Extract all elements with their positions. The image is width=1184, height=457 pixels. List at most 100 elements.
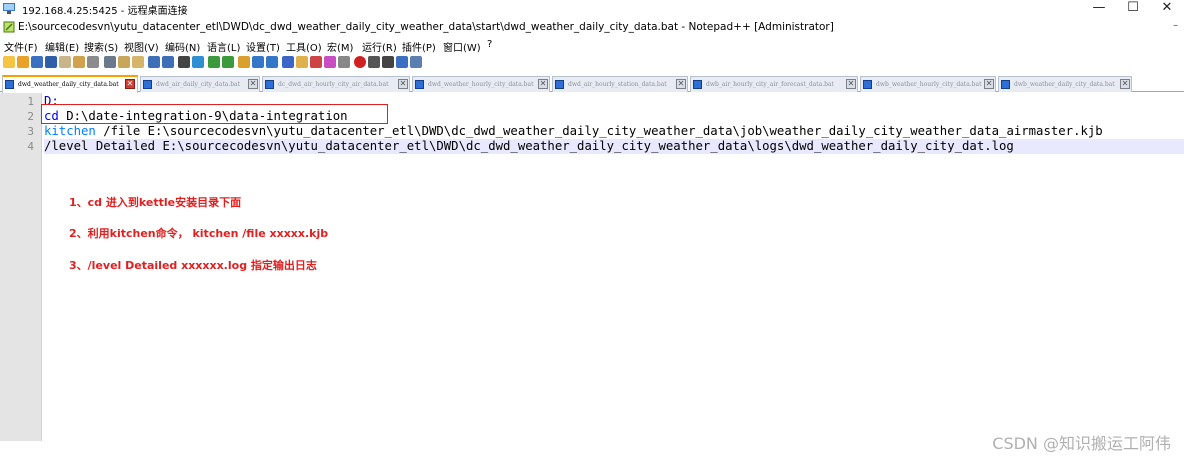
menu-edit[interactable]: 编辑(E) bbox=[45, 39, 79, 54]
open-file-icon[interactable] bbox=[17, 56, 29, 68]
minimize-button[interactable]: — bbox=[1082, 0, 1116, 18]
menu-language[interactable]: 语言(L) bbox=[207, 39, 240, 54]
tab-dwd-weather-daily-city-data[interactable]: dwd_weather_daily_city_data.bat ✕ bbox=[2, 75, 138, 93]
file-save-icon bbox=[5, 80, 14, 89]
copy-icon[interactable] bbox=[118, 56, 130, 68]
run-macro-multiple-icon[interactable] bbox=[396, 56, 408, 68]
menu-file[interactable]: 文件(F) bbox=[4, 39, 38, 54]
close-button[interactable]: ✕ bbox=[1150, 0, 1184, 18]
stop-macro-icon[interactable] bbox=[368, 56, 380, 68]
monitor-icon[interactable] bbox=[338, 56, 350, 68]
menu-encoding[interactable]: 编码(N) bbox=[165, 39, 200, 54]
line-number: 4 bbox=[27, 140, 34, 153]
maximize-button[interactable]: ☐ bbox=[1116, 0, 1150, 18]
menu-macro[interactable]: 宏(M) bbox=[327, 39, 353, 54]
line-number-gutter: 1 2 3 4 bbox=[0, 93, 42, 441]
tab-label: dwd_weather_daily_city_data.bat bbox=[18, 81, 119, 88]
close-tab-icon[interactable]: ✕ bbox=[984, 79, 994, 89]
print-icon[interactable] bbox=[87, 56, 99, 68]
menu-window[interactable]: 窗口(W) bbox=[443, 39, 481, 54]
annotation-3: 3、/level Detailed xxxxxx.log 指定输出日志 bbox=[69, 259, 317, 272]
toolbar bbox=[0, 53, 1184, 72]
code-line-3[interactable]: kitchen /file E:\sourcecodesvn\yutu_data… bbox=[44, 124, 1103, 139]
word-wrap-icon[interactable] bbox=[252, 56, 264, 68]
close-tab-icon[interactable]: ✕ bbox=[248, 79, 258, 89]
tab-label: dwd_weather_hourly_city_data.bat bbox=[428, 81, 534, 88]
highlight-box bbox=[41, 104, 388, 124]
indent-guide-icon[interactable] bbox=[282, 56, 294, 68]
close-tab-icon[interactable]: ✕ bbox=[846, 79, 856, 89]
tab-dc-dwd-air-hourly-city-air-data[interactable]: dc_dwd_air_hourly_city_air_data.bat ✕ bbox=[262, 76, 410, 92]
tab-label: dc_dwd_air_hourly_city_air_data.bat bbox=[278, 81, 389, 88]
tab-dwb-air-hourly-city-air-forecast-data[interactable]: dwb_air_hourly_city_air_forecast_data.ba… bbox=[690, 76, 858, 92]
play-macro-icon[interactable] bbox=[382, 56, 394, 68]
undo-icon[interactable] bbox=[148, 56, 160, 68]
tab-dwb-weather-daily-city-data[interactable]: dwb_weather_daily_city_data.bat ✕ bbox=[998, 76, 1132, 92]
file-save-icon bbox=[555, 80, 564, 89]
file-save-icon bbox=[1001, 80, 1010, 89]
menu-run[interactable]: 运行(R) bbox=[362, 39, 397, 54]
close-tab-icon[interactable]: ✕ bbox=[1120, 79, 1130, 89]
tab-label: dwb_weather_daily_city_data.bat bbox=[1014, 81, 1115, 88]
find-icon[interactable] bbox=[178, 56, 190, 68]
menu-view[interactable]: 视图(V) bbox=[124, 39, 159, 54]
notepad-titlebar: E:\sourcecodesvn\yutu_datacenter_etl\DWD… bbox=[0, 18, 1184, 37]
line-number: 3 bbox=[27, 125, 34, 138]
menu-bar: 文件(F) 编辑(E) 搜索(S) 视图(V) 编码(N) 语言(L) 设置(T… bbox=[0, 37, 1184, 54]
replace-icon[interactable] bbox=[192, 56, 204, 68]
watermark: CSDN @知识搬运工阿伟 bbox=[992, 434, 1171, 453]
notepad-title: E:\sourcecodesvn\yutu_datacenter_etl\DWD… bbox=[18, 21, 834, 33]
tab-dwd-weather-hourly-city-data[interactable]: dwd_weather_hourly_city_data.bat ✕ bbox=[412, 76, 550, 92]
sync-scroll-icon[interactable] bbox=[238, 56, 250, 68]
menu-settings[interactable]: 设置(T) bbox=[246, 39, 280, 54]
close-all-icon[interactable] bbox=[73, 56, 85, 68]
annotation-1: 1、cd 进入到kettle安装目录下面 bbox=[69, 196, 242, 209]
file-save-icon bbox=[863, 80, 872, 89]
save-all-icon[interactable] bbox=[45, 56, 57, 68]
tab-dwd-air-daily-city-data[interactable]: dwd_air_daily_city_data.bat ✕ bbox=[140, 76, 260, 92]
close-tab-icon[interactable]: ✕ bbox=[398, 79, 408, 89]
close-file-icon[interactable] bbox=[59, 56, 71, 68]
remote-desktop-titlebar: 192.168.4.25:5425 - 远程桌面连接 — ☐ ✕ bbox=[0, 0, 1184, 18]
remote-desktop-icon bbox=[3, 3, 15, 14]
notepad-plus-plus-icon bbox=[3, 21, 15, 33]
annotation-2: 2、利用kitchen命令， kitchen /file xxxxx.kjb bbox=[69, 227, 329, 240]
zoom-in-icon[interactable] bbox=[208, 56, 220, 68]
file-save-icon bbox=[143, 80, 152, 89]
code-text: /level Detailed E:\sourcecodesvn\yutu_da… bbox=[44, 139, 1014, 153]
restore-small-icon[interactable]: – bbox=[1173, 20, 1178, 31]
tab-bar: dwd_weather_daily_city_data.bat ✕ dwd_ai… bbox=[0, 74, 1184, 93]
line-number: 1 bbox=[27, 95, 34, 108]
redo-icon[interactable] bbox=[162, 56, 174, 68]
file-save-icon bbox=[415, 80, 424, 89]
menu-plugins[interactable]: 插件(P) bbox=[402, 39, 436, 54]
cut-icon[interactable] bbox=[104, 56, 116, 68]
folder-workspace-icon[interactable] bbox=[324, 56, 336, 68]
menu-search[interactable]: 搜索(S) bbox=[84, 39, 118, 54]
tab-label: dwb_air_hourly_city_air_forecast_data.ba… bbox=[706, 81, 834, 88]
tab-dwb-weather-hourly-city-data[interactable]: dwb_weather_hourly_city_data.bat ✕ bbox=[860, 76, 996, 92]
tab-label: dwd_air_hourly_station_data.bat bbox=[568, 81, 667, 88]
tab-dwd-air-hourly-station-data[interactable]: dwd_air_hourly_station_data.bat ✕ bbox=[552, 76, 688, 92]
paste-icon[interactable] bbox=[132, 56, 144, 68]
function-list-icon[interactable] bbox=[310, 56, 322, 68]
remote-desktop-title: 192.168.4.25:5425 - 远程桌面连接 bbox=[22, 6, 188, 17]
show-all-chars-icon[interactable] bbox=[266, 56, 278, 68]
close-tab-icon[interactable]: ✕ bbox=[125, 79, 135, 89]
save-macro-icon[interactable] bbox=[410, 56, 422, 68]
code-keyword: kitchen bbox=[44, 124, 96, 138]
new-file-icon[interactable] bbox=[3, 56, 15, 68]
menu-tools[interactable]: 工具(O) bbox=[286, 39, 322, 54]
tab-label: dwd_air_daily_city_data.bat bbox=[156, 81, 241, 88]
zoom-out-icon[interactable] bbox=[222, 56, 234, 68]
close-tab-icon[interactable]: ✕ bbox=[676, 79, 686, 89]
code-text: /file E:\sourcecodesvn\yutu_datacenter_e… bbox=[95, 124, 1103, 138]
doc-map-icon[interactable] bbox=[296, 56, 308, 68]
close-tab-icon[interactable]: ✕ bbox=[538, 79, 548, 89]
menu-help[interactable]: ? bbox=[487, 39, 492, 50]
file-save-icon bbox=[265, 80, 274, 89]
record-macro-icon[interactable] bbox=[354, 56, 366, 68]
code-line-4[interactable]: /level Detailed E:\sourcecodesvn\yutu_da… bbox=[44, 139, 1184, 154]
tab-label: dwb_weather_hourly_city_data.bat bbox=[876, 81, 982, 88]
save-icon[interactable] bbox=[31, 56, 43, 68]
